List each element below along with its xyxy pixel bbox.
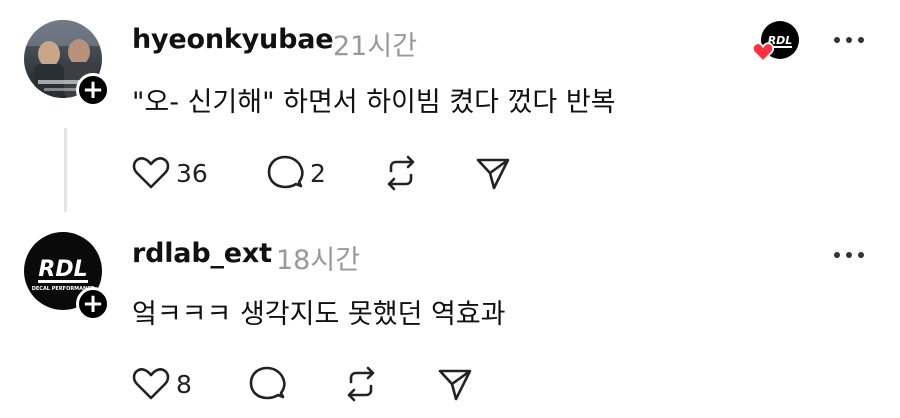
repost-button[interactable]	[382, 153, 420, 193]
comment-icon	[249, 366, 286, 400]
heart-icon	[132, 368, 170, 400]
reply-button[interactable]: 2	[266, 153, 326, 193]
avatar-logo-text: RDL	[38, 257, 87, 282]
username[interactable]: hyeonkyubae	[132, 24, 334, 55]
repost-icon	[387, 155, 415, 191]
timestamp: 21시간	[333, 31, 418, 62]
reply-count: 2	[310, 158, 326, 188]
like-count: 36	[176, 158, 208, 188]
plus-icon: +	[82, 289, 104, 319]
timestamp: 18시간	[276, 245, 361, 276]
post-text: 엌ㅋㅋㅋ 생각지도 못했던 역효과	[132, 299, 506, 330]
like-button[interactable]: 8	[132, 364, 192, 404]
more-icon[interactable]	[832, 35, 866, 45]
like-button[interactable]: 36	[132, 153, 208, 193]
liked-by-avatar[interactable]: RDL	[752, 20, 800, 68]
post-text: "오- 신기해" 하면서 하이빔 켰다 껐다 반복	[132, 87, 616, 118]
send-icon	[476, 158, 510, 190]
follow-button[interactable]: +	[76, 73, 110, 107]
plus-icon: +	[82, 75, 104, 105]
follow-button[interactable]: +	[76, 287, 110, 321]
heart-icon	[132, 157, 170, 189]
thread-post-1: + hyeonkyubae 21시간 RDL "오- 신기해" 하면서 하이빔 …	[0, 0, 900, 212]
thread-post-2: RDL DECAL PERFORMANCE + rdlab_ext 18시간 엌…	[0, 212, 900, 418]
like-count: 8	[176, 369, 192, 399]
send-icon	[438, 369, 472, 401]
repost-button[interactable]	[342, 364, 380, 404]
username[interactable]: rdlab_ext	[132, 238, 272, 269]
heart-icon	[752, 42, 774, 62]
share-button[interactable]	[474, 153, 512, 193]
reply-button[interactable]	[248, 364, 286, 404]
repost-icon	[347, 366, 375, 402]
more-icon[interactable]	[832, 250, 866, 260]
comment-icon	[267, 155, 304, 189]
share-button[interactable]	[436, 364, 474, 404]
